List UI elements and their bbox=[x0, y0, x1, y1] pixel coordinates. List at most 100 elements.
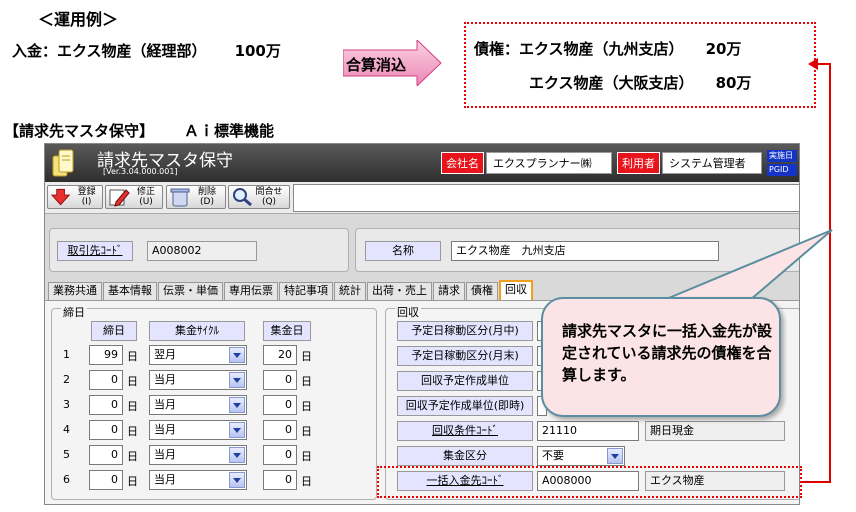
closing-day-input[interactable]: 0 bbox=[89, 370, 123, 390]
tab-9[interactable]: 回収 bbox=[499, 280, 533, 300]
collect-type-select[interactable]: 不要 bbox=[537, 446, 625, 466]
tab-4[interactable]: 特記事項 bbox=[279, 282, 333, 300]
col-collect-cycle: 集金ｻｲｸﾙ bbox=[149, 321, 245, 341]
tab-strip: 業務共通 基本情報 伝票・単価 専用伝票 特記事項 統計 出荷・売上 請求 債権 回収 bbox=[48, 280, 534, 300]
inquiry-label: 問合せ bbox=[255, 187, 283, 197]
collect-type-label: 集金区分 bbox=[397, 446, 533, 466]
inquiry-button[interactable]: 問合せ (Q) bbox=[228, 185, 290, 209]
chevron-down-icon[interactable] bbox=[229, 347, 245, 363]
collection-field-label: 回収予定作成単位 bbox=[397, 371, 533, 391]
user-value: システム管理者 bbox=[662, 152, 762, 174]
tab-5[interactable]: 統計 bbox=[334, 282, 366, 300]
tab-6[interactable]: 出荷・売上 bbox=[367, 282, 432, 300]
collect-cycle-select[interactable]: 当月 bbox=[149, 370, 247, 390]
collection-terms-code[interactable]: 21110 bbox=[537, 421, 639, 441]
row-number: 5 bbox=[63, 448, 70, 461]
app-icon bbox=[52, 149, 74, 177]
modify-key: (U) bbox=[139, 197, 153, 207]
unit-day: 日 bbox=[127, 400, 138, 413]
register-label: 登録 bbox=[77, 187, 96, 197]
user-label: 利用者 bbox=[617, 152, 660, 174]
title-bar: 請求先マスタ保守 [Ver.3.04.000.001] 会社名 エクスプランナー… bbox=[45, 144, 799, 182]
unit-day: 日 bbox=[301, 450, 312, 463]
delete-key: (D) bbox=[200, 197, 214, 207]
register-button[interactable]: 登録 (I) bbox=[47, 185, 103, 209]
unit-day: 日 bbox=[301, 350, 312, 363]
register-arrow-icon bbox=[50, 188, 71, 206]
company-label: 会社名 bbox=[441, 152, 484, 174]
delete-label: 削除 bbox=[197, 187, 216, 197]
chevron-down-icon[interactable] bbox=[229, 422, 245, 438]
unit-day: 日 bbox=[127, 350, 138, 363]
row-number: 4 bbox=[63, 423, 70, 436]
unit-day: 日 bbox=[301, 375, 312, 388]
tab-3[interactable]: 専用伝票 bbox=[224, 282, 278, 300]
tab-2[interactable]: 伝票・単価 bbox=[158, 282, 223, 300]
modify-label: 修正 bbox=[136, 187, 155, 197]
modify-button[interactable]: 修正 (U) bbox=[105, 185, 163, 209]
closing-day-input[interactable]: 0 bbox=[89, 445, 123, 465]
partner-code-value: A008002 bbox=[147, 241, 257, 261]
unit-day: 日 bbox=[127, 475, 138, 488]
collect-cycle-value: 当月 bbox=[154, 448, 176, 461]
tab-0[interactable]: 業務共通 bbox=[48, 282, 102, 300]
closing-group-title: 締日 bbox=[61, 304, 87, 320]
collect-cycle-select[interactable]: 翌月 bbox=[149, 345, 247, 365]
callout-pointer bbox=[663, 229, 833, 301]
company-value: エクスプランナー㈱ bbox=[486, 152, 612, 174]
unit-day: 日 bbox=[301, 475, 312, 488]
row-number: 1 bbox=[63, 348, 70, 361]
tab-1[interactable]: 基本情報 bbox=[103, 282, 157, 300]
collect-cycle-select[interactable]: 当月 bbox=[149, 445, 247, 465]
inquiry-key: (Q) bbox=[261, 197, 277, 207]
chevron-down-icon[interactable] bbox=[607, 448, 623, 464]
exec-date-badge: 実施日 bbox=[767, 150, 797, 162]
collect-cycle-value: 当月 bbox=[154, 373, 176, 386]
message-field bbox=[293, 184, 799, 212]
col-collect-day: 集金日 bbox=[263, 321, 311, 341]
row-number: 6 bbox=[63, 473, 70, 486]
tab-8[interactable]: 債権 bbox=[466, 282, 498, 300]
highlight-bulk-payer bbox=[377, 466, 802, 498]
pgid-badge: PGID bbox=[767, 164, 797, 176]
closing-day-input[interactable]: 0 bbox=[89, 470, 123, 490]
trash-icon bbox=[170, 188, 190, 207]
window-version: [Ver.3.04.000.001] bbox=[103, 167, 178, 176]
collect-day-input[interactable]: 0 bbox=[263, 370, 297, 390]
collection-terms-link[interactable]: 回収条件ｺｰﾄﾞ bbox=[397, 421, 533, 441]
collection-terms-name: 期日現金 bbox=[645, 421, 785, 441]
collect-cycle-value: 当月 bbox=[154, 423, 176, 436]
closing-day-input[interactable]: 0 bbox=[89, 420, 123, 440]
collect-cycle-select[interactable]: 当月 bbox=[149, 470, 247, 490]
chevron-down-icon[interactable] bbox=[229, 397, 245, 413]
collect-day-input[interactable]: 0 bbox=[263, 420, 297, 440]
name-label: 名称 bbox=[365, 241, 441, 261]
delete-button[interactable]: 削除 (D) bbox=[166, 185, 226, 209]
pencil-icon bbox=[109, 189, 130, 207]
collect-day-input[interactable]: 20 bbox=[263, 345, 297, 365]
chevron-down-icon[interactable] bbox=[229, 472, 245, 488]
collect-cycle-value: 当月 bbox=[154, 398, 176, 411]
unit-day: 日 bbox=[301, 425, 312, 438]
register-key: (I) bbox=[81, 197, 92, 207]
collect-cycle-value: 当月 bbox=[154, 473, 176, 486]
collect-day-input[interactable]: 0 bbox=[263, 395, 297, 415]
callout-text: 請求先マスタに一括入金先が設定されている請求先の債権を合算します。 bbox=[562, 322, 773, 384]
collect-day-input[interactable]: 0 bbox=[263, 445, 297, 465]
col-closing-day: 締日 bbox=[91, 321, 137, 341]
collection-field-label: 回収予定作成単位(即時) bbox=[397, 396, 533, 416]
collection-field-label: 予定日稼動区分(月中) bbox=[397, 321, 533, 341]
unit-day: 日 bbox=[127, 375, 138, 388]
collect-cycle-select[interactable]: 当月 bbox=[149, 420, 247, 440]
row-number: 3 bbox=[63, 398, 70, 411]
tab-7[interactable]: 請求 bbox=[433, 282, 465, 300]
collect-day-input[interactable]: 0 bbox=[263, 470, 297, 490]
partner-code-link[interactable]: 取引先ｺｰﾄﾞ bbox=[57, 241, 133, 261]
closing-day-input[interactable]: 99 bbox=[89, 345, 123, 365]
collect-cycle-select[interactable]: 当月 bbox=[149, 395, 247, 415]
unit-day: 日 bbox=[127, 450, 138, 463]
collect-cycle-value: 翌月 bbox=[154, 348, 176, 361]
chevron-down-icon[interactable] bbox=[229, 372, 245, 388]
chevron-down-icon[interactable] bbox=[229, 447, 245, 463]
closing-day-input[interactable]: 0 bbox=[89, 395, 123, 415]
